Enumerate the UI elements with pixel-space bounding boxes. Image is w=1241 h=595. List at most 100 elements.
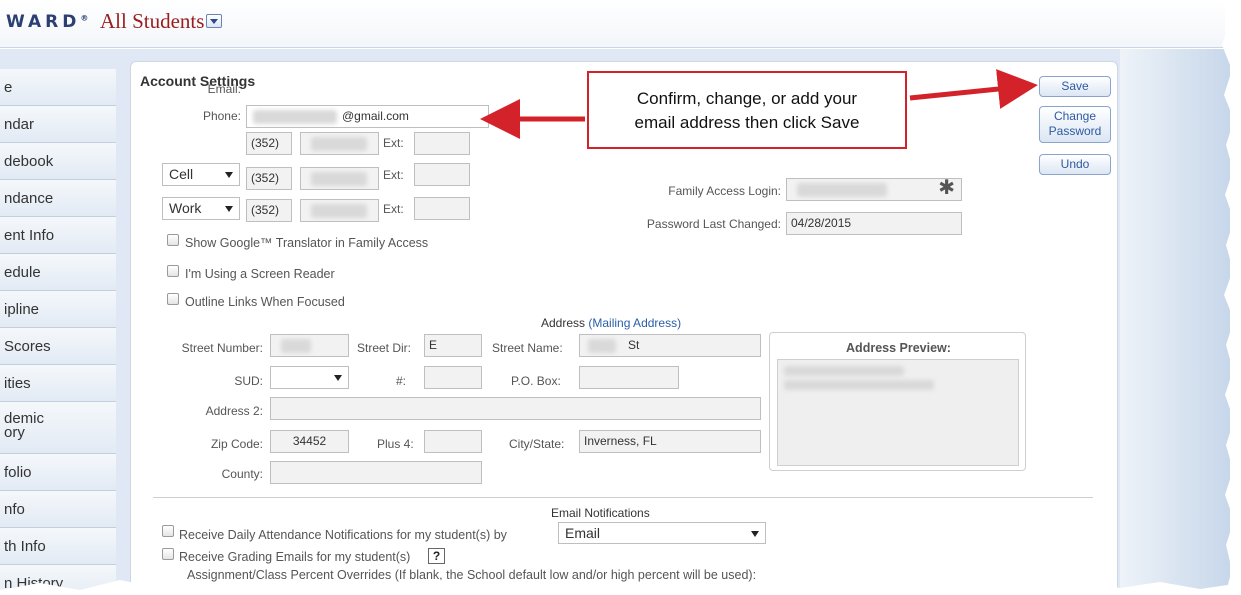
phone-ext[interactable]: [414, 197, 470, 220]
sidebar-item-attendance[interactable]: ndance: [0, 180, 116, 217]
plus4-label: Plus 4:: [377, 437, 414, 451]
phone-redaction: [311, 137, 367, 151]
county-label: County:: [221, 467, 263, 481]
po-box-label: P.O. Box:: [511, 374, 561, 388]
grading-email-label: Receive Grading Emails for my student(s): [179, 550, 411, 564]
callout-line-2: email address then click Save: [634, 113, 860, 132]
phone-ext[interactable]: [414, 163, 470, 186]
address-preview-box: Address Preview:: [769, 332, 1026, 471]
phone-area-code[interactable]: (352): [246, 199, 292, 222]
outline-links-label: Outline Links When Focused: [185, 295, 345, 309]
zip-label: Zip Code:: [210, 437, 263, 451]
sidebar-item-home[interactable]: e: [0, 69, 116, 106]
address-heading-text: Address: [541, 316, 586, 330]
address-preview-content: [777, 359, 1019, 466]
app-logo[interactable]: WARD®: [6, 12, 88, 32]
street-number-field[interactable]: [270, 334, 349, 357]
phone-redaction: [311, 172, 367, 186]
outline-links-checkbox[interactable]: [167, 293, 179, 305]
po-box-field[interactable]: [579, 366, 679, 389]
street-dir-field[interactable]: E: [424, 334, 482, 357]
sidebar-item-portfolio[interactable]: folio: [0, 454, 116, 491]
sidebar-item-info[interactable]: nfo: [0, 491, 116, 528]
address2-field[interactable]: [270, 397, 761, 420]
zip-field[interactable]: 34452: [270, 430, 349, 453]
sud-label: SUD:: [234, 374, 263, 388]
sidebar-nav: e ndar debook ndance ent Info edule ipli…: [0, 69, 116, 595]
phone-type-value: Work: [169, 200, 202, 216]
undo-button[interactable]: Undo: [1039, 154, 1111, 175]
sidebar-item-login-history[interactable]: n History: [0, 565, 116, 595]
top-header: WARD® All Students: [0, 0, 1225, 48]
section-divider: [153, 497, 1093, 498]
sidebar-item-schedule[interactable]: edule: [0, 254, 116, 291]
password-changed-label: Password Last Changed:: [646, 217, 781, 231]
phone-number[interactable]: [300, 167, 379, 190]
dropdown-arrow-icon: [225, 206, 233, 212]
sud-select[interactable]: [270, 366, 349, 389]
sidebar-item-gradebook[interactable]: debook: [0, 143, 116, 180]
number-field[interactable]: [424, 366, 482, 389]
city-state-field[interactable]: Inverness, FL: [579, 430, 761, 453]
phone-redaction: [311, 204, 367, 218]
student-selector-title[interactable]: All Students: [100, 9, 204, 34]
logo-mark: ®: [80, 13, 89, 23]
chevron-down-icon[interactable]: [206, 14, 222, 28]
street-number-redaction: [281, 339, 311, 353]
sidebar-item-academic-history[interactable]: demic ory: [0, 402, 116, 454]
attendance-notification-checkbox[interactable]: [162, 525, 174, 537]
logo-text: WARD: [6, 12, 81, 32]
change-password-button[interactable]: Change Password: [1039, 106, 1111, 143]
email-notifications-heading: Email Notifications: [551, 506, 650, 520]
email-redaction: [253, 110, 337, 124]
screen-reader-checkbox[interactable]: [167, 265, 179, 277]
right-gutter: [1120, 49, 1230, 595]
plus4-field[interactable]: [424, 430, 482, 453]
callout-line-1: Confirm, change, or add your: [636, 89, 858, 108]
google-translator-checkbox[interactable]: [167, 234, 179, 246]
phone-type-value: Cell: [169, 166, 194, 182]
password-changed-value: 04/28/2015: [786, 212, 962, 235]
phone-area-code[interactable]: (352): [246, 132, 292, 155]
mailing-address-link[interactable]: (Mailing Address): [588, 316, 681, 330]
instruction-callout: Confirm, change, or add your email addre…: [587, 71, 907, 149]
email-domain-text: @gmail.com: [342, 109, 409, 123]
number-label: #:: [396, 374, 407, 388]
sidebar-item-test-scores[interactable]: Scores: [0, 328, 116, 365]
address-preview-title: Address Preview:: [846, 341, 951, 355]
percent-overrides-text: Assignment/Class Percent Overrides (If b…: [187, 568, 757, 582]
family-login-label: Family Access Login:: [668, 184, 781, 198]
sidebar-item-discipline[interactable]: ipline: [0, 291, 116, 328]
sidebar-item-calendar[interactable]: ndar: [0, 106, 116, 143]
dropdown-arrow-icon: [751, 531, 759, 537]
phone-number[interactable]: [300, 132, 379, 155]
street-dir-label: Street Dir:: [357, 341, 412, 355]
save-button[interactable]: Save: [1039, 76, 1111, 97]
ext-label: Ext:: [383, 202, 404, 216]
phone-area-code[interactable]: (352): [246, 167, 292, 190]
sidebar-item-student-info[interactable]: ent Info: [0, 217, 116, 254]
street-name-field[interactable]: St: [579, 334, 761, 357]
phone-type-select[interactable]: Cell: [162, 163, 240, 186]
help-icon[interactable]: ?: [428, 548, 445, 564]
attendance-method-select[interactable]: Email: [558, 522, 766, 544]
street-name-text: St: [628, 338, 640, 352]
address2-label: Address 2:: [205, 404, 263, 418]
attendance-notification-label: Receive Daily Attendance Notifications f…: [179, 528, 507, 542]
phone-type-select[interactable]: Work: [162, 197, 240, 220]
phone-number[interactable]: [300, 199, 379, 222]
sidebar-item-health-info[interactable]: th Info: [0, 528, 116, 565]
family-login-field[interactable]: ✱: [786, 178, 962, 201]
county-field[interactable]: [270, 461, 482, 484]
screen-reader-label: I'm Using a Screen Reader: [185, 267, 335, 281]
attendance-method-value: Email: [565, 525, 601, 541]
grading-email-checkbox[interactable]: [162, 548, 174, 560]
sidebar-item-activities[interactable]: ities: [0, 365, 116, 402]
asterisk-icon[interactable]: ✱: [938, 179, 955, 199]
dropdown-arrow-icon: [225, 172, 233, 178]
street-name-redaction: [588, 339, 616, 353]
ext-label: Ext:: [383, 136, 404, 150]
email-field[interactable]: @gmail.com: [246, 105, 489, 128]
address-heading: Address (Mailing Address): [541, 316, 681, 330]
phone-ext[interactable]: [414, 132, 470, 155]
